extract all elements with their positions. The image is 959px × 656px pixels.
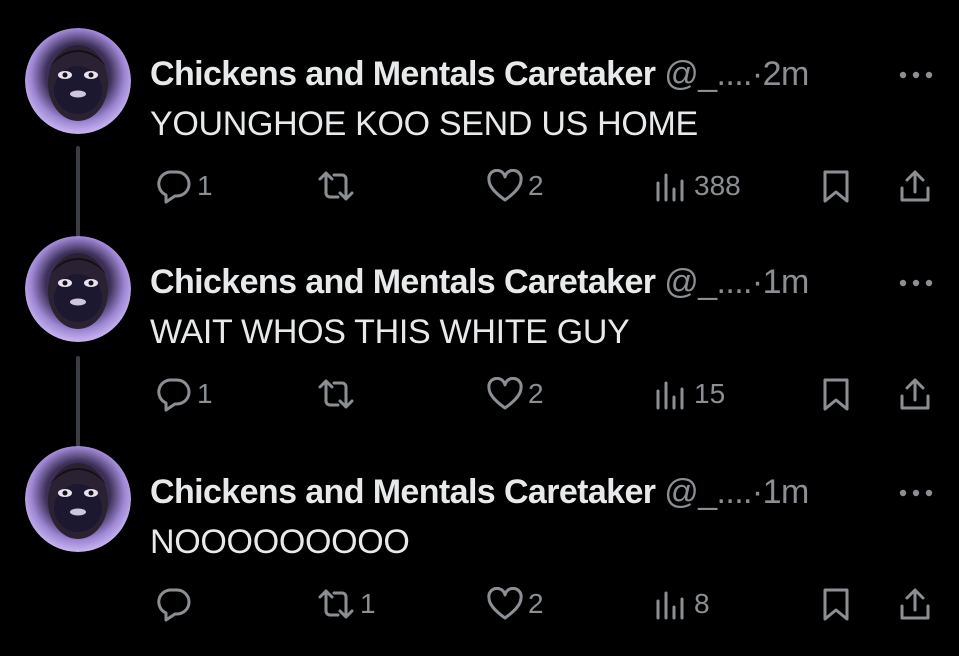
timestamp[interactable]: 1m: [763, 473, 810, 511]
reply-icon: [157, 378, 191, 412]
repost-icon: [318, 171, 354, 201]
display-name[interactable]: Chickens and Mentals Caretaker: [150, 473, 656, 511]
like-button[interactable]: 2: [486, 372, 544, 416]
bookmark-button[interactable]: [820, 164, 852, 208]
bookmark-icon: [823, 378, 849, 411]
like-count: 2: [528, 170, 544, 201]
tweet-text: WAIT WHOS THIS WHITE GUY: [150, 313, 630, 351]
repost-button[interactable]: 1: [316, 582, 376, 626]
avatar-image: [25, 446, 131, 552]
action-bar: 1 2 8: [0, 582, 959, 626]
reply-count: 1: [197, 378, 213, 409]
avatar-image: [25, 28, 131, 134]
share-button[interactable]: [898, 582, 932, 626]
view-count: 8: [694, 588, 710, 619]
tweet-text: YOUNGHOE KOO SEND US HOME: [150, 105, 698, 143]
share-icon: [900, 378, 930, 410]
reply-count: 1: [197, 170, 213, 201]
reply-button[interactable]: [155, 582, 197, 626]
repost-icon: [318, 589, 354, 619]
heart-icon: [487, 377, 523, 410]
like-count: 2: [528, 588, 544, 619]
view-count: 15: [694, 378, 726, 409]
timestamp[interactable]: 2m: [763, 55, 810, 93]
bookmark-icon: [823, 588, 849, 621]
views-button[interactable]: 388: [652, 164, 741, 208]
tweet[interactable]: Chickens and Mentals Caretaker @_....·2m…: [0, 28, 959, 238]
tweet[interactable]: Chickens and Mentals Caretaker @_....·1m…: [0, 446, 959, 656]
share-icon: [900, 588, 930, 620]
more-dots-icon: [899, 279, 933, 287]
more-button[interactable]: [898, 488, 934, 498]
tweet-header: Chickens and Mentals Caretaker @_....·1m: [150, 262, 809, 302]
bookmark-button[interactable]: [820, 582, 852, 626]
avatar[interactable]: [25, 28, 131, 134]
repost-button[interactable]: [316, 372, 360, 416]
views-button[interactable]: 15: [652, 372, 725, 416]
user-handle[interactable]: @_....: [664, 55, 752, 93]
separator-dot: ·: [751, 263, 763, 301]
display-name[interactable]: Chickens and Mentals Caretaker: [150, 55, 656, 93]
more-button[interactable]: [898, 70, 934, 80]
avatar[interactable]: [25, 446, 131, 552]
bookmark-icon: [823, 170, 849, 203]
tweet-header: Chickens and Mentals Caretaker @_....·2m: [150, 54, 809, 94]
views-chart-icon: [656, 591, 684, 620]
more-button[interactable]: [898, 278, 934, 288]
repost-button[interactable]: [316, 164, 360, 208]
reply-icon: [157, 588, 191, 622]
user-handle[interactable]: @_....: [664, 473, 752, 511]
separator-dot: ·: [751, 55, 763, 93]
views-button[interactable]: 8: [652, 582, 710, 626]
share-button[interactable]: [898, 372, 932, 416]
views-chart-icon: [656, 173, 684, 202]
action-bar: 1 2 388: [0, 164, 959, 208]
views-chart-icon: [656, 381, 684, 410]
heart-icon: [487, 587, 523, 620]
bookmark-button[interactable]: [820, 372, 852, 416]
tweet-text: NOOOOOOOOO: [150, 523, 410, 561]
reply-icon: [157, 170, 191, 204]
tweet-header: Chickens and Mentals Caretaker @_....·1m: [150, 472, 809, 512]
like-button[interactable]: 2: [486, 582, 544, 626]
reply-button[interactable]: 1: [155, 164, 213, 208]
timestamp[interactable]: 1m: [763, 263, 810, 301]
tweet[interactable]: Chickens and Mentals Caretaker @_....·1m…: [0, 236, 959, 446]
share-icon: [900, 170, 930, 202]
repost-icon: [318, 379, 354, 409]
avatar[interactable]: [25, 236, 131, 342]
user-handle[interactable]: @_....: [664, 263, 752, 301]
reply-button[interactable]: 1: [155, 372, 213, 416]
more-dots-icon: [899, 71, 933, 79]
like-count: 2: [528, 378, 544, 409]
display-name[interactable]: Chickens and Mentals Caretaker: [150, 263, 656, 301]
view-count: 388: [694, 170, 741, 201]
like-button[interactable]: 2: [486, 164, 544, 208]
repost-count: 1: [360, 588, 376, 619]
separator-dot: ·: [751, 473, 763, 511]
more-dots-icon: [899, 489, 933, 497]
share-button[interactable]: [898, 164, 932, 208]
avatar-image: [25, 236, 131, 342]
heart-icon: [487, 169, 523, 202]
action-bar: 1 2 15: [0, 372, 959, 416]
